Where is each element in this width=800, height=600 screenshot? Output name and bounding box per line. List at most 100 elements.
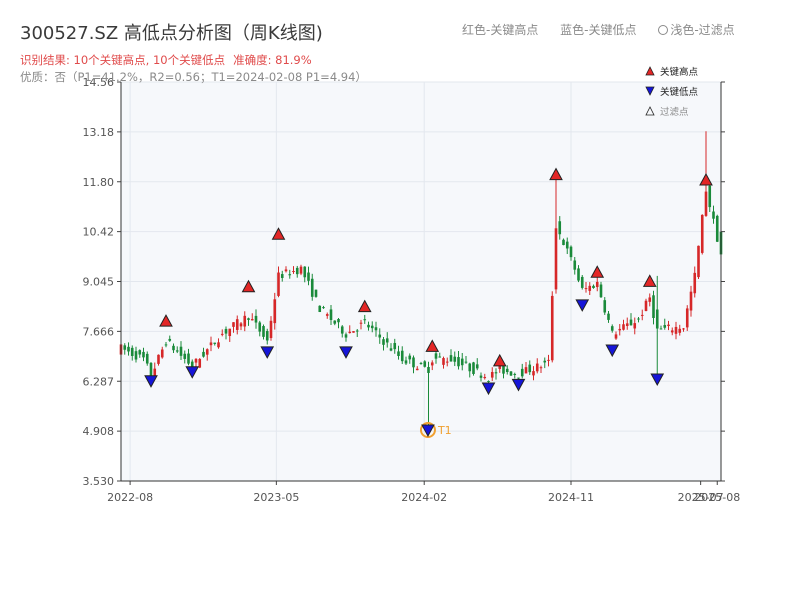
candle-body: [460, 358, 464, 366]
candle-body: [363, 319, 367, 321]
candle-body: [712, 211, 715, 219]
candle-body: [348, 331, 352, 334]
candle-body: [187, 353, 190, 364]
candle-body: [239, 323, 243, 327]
candle-body: [483, 376, 487, 379]
candle-body: [314, 289, 318, 297]
x-tick-label: 2023-05: [253, 491, 299, 504]
candle-body: [434, 353, 438, 359]
candle-body: [355, 330, 359, 332]
candle-body: [250, 319, 254, 321]
candle-body: [513, 373, 517, 375]
candle-body: [322, 307, 325, 309]
candle-body: [599, 284, 603, 298]
candle-body: [280, 274, 284, 278]
candle-body: [404, 360, 408, 364]
y-tick-label: 11.80: [83, 176, 115, 189]
candle-body: [262, 326, 265, 337]
candle-body: [697, 245, 700, 278]
candle-body: [352, 331, 355, 333]
candle-body: [453, 356, 457, 362]
candle-body: [517, 377, 520, 379]
candle-body: [344, 334, 348, 338]
candle-body: [569, 246, 573, 258]
candle-body: [543, 360, 547, 363]
candle-body: [303, 266, 307, 278]
candle-body: [472, 362, 475, 374]
x-tick-label: 2024-11: [548, 491, 594, 504]
candle-body: [652, 295, 655, 318]
candle-body: [142, 351, 145, 358]
candle-body: [565, 241, 569, 249]
candle-body: [393, 342, 397, 350]
candle-body: [637, 318, 640, 320]
candle-body: [573, 260, 577, 270]
candle-body: [228, 328, 232, 337]
candle-body: [577, 268, 580, 281]
y-tick-label: 13.18: [83, 126, 115, 139]
candle-body: [168, 338, 172, 341]
candle-body: [412, 357, 415, 368]
candle-body: [258, 322, 262, 332]
candle-body: [629, 319, 633, 326]
candle-body: [329, 309, 333, 321]
candle-body: [243, 315, 247, 327]
candle-body: [415, 368, 419, 371]
quality-line: 优质：否（P1=41.2%，R2=0.56；T1=2024-02-08 P1=4…: [20, 70, 367, 84]
candle-body: [385, 338, 389, 343]
candle-body: [307, 272, 310, 281]
candle-body: [618, 328, 622, 331]
candle-body: [359, 322, 363, 324]
candle-body: [693, 272, 697, 294]
candle-body: [685, 308, 689, 328]
candle-body: [400, 350, 404, 362]
candle-body: [715, 215, 719, 242]
t1-label: T1: [437, 424, 452, 437]
candle-body: [194, 358, 198, 363]
candle-body: [505, 368, 509, 373]
candle-body: [183, 353, 187, 359]
candle-body: [479, 375, 483, 378]
candle-body: [640, 314, 644, 316]
candle-body: [157, 354, 160, 364]
y-tick-label: 3.530: [83, 475, 115, 488]
candle-body: [164, 344, 168, 346]
candle-body: [220, 333, 224, 335]
candle-body: [265, 331, 269, 341]
candle-body: [655, 309, 659, 329]
candle-body: [614, 334, 618, 339]
candle-body: [295, 267, 299, 275]
candle-body: [670, 330, 674, 333]
candle-body: [663, 325, 667, 328]
candle-body: [438, 356, 442, 358]
candle-body: [202, 351, 205, 357]
candle-body: [520, 368, 524, 377]
candle-body: [625, 323, 629, 327]
y-tick-label: 4.908: [83, 425, 115, 438]
candle-body: [547, 359, 550, 361]
candle-body: [490, 371, 494, 378]
candle-body: [370, 325, 374, 329]
candle-body: [205, 349, 209, 355]
candle-body: [367, 324, 370, 328]
candle-body: [325, 314, 329, 316]
candle-body: [127, 346, 130, 352]
candle-body: [708, 185, 712, 208]
candle-body: [273, 299, 277, 324]
candle-body: [682, 328, 685, 330]
y-tick-label: 7.666: [83, 325, 115, 338]
legend-high-label: 关键高点: [660, 66, 699, 78]
candle-body: [494, 372, 498, 374]
candle-body: [378, 334, 382, 338]
candle-body: [667, 324, 670, 327]
candle-body: [427, 366, 430, 373]
candle-body: [644, 300, 648, 312]
candle-body: [550, 295, 554, 361]
candle-body: [449, 355, 453, 362]
candle-body: [340, 326, 344, 334]
candle-body: [247, 318, 250, 320]
candle-body: [172, 345, 175, 351]
candle-body: [704, 191, 708, 216]
candle-body: [442, 358, 445, 365]
candle-body: [588, 285, 592, 291]
